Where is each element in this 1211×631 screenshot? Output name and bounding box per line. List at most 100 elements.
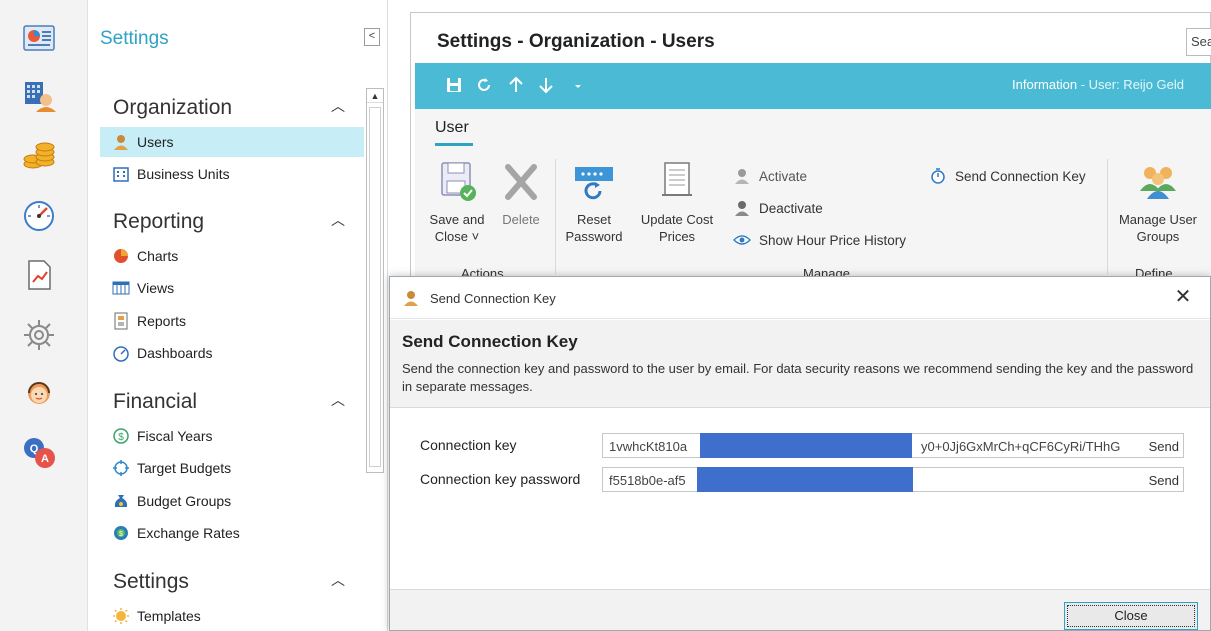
group-settings[interactable]: Settings <box>113 570 189 594</box>
dialog-header: Send Connection Key Send the connection … <box>390 320 1210 408</box>
svg-text:A: A <box>41 453 49 465</box>
user-icon <box>402 289 420 307</box>
connection-key-value-end: y0+0Jj6GxMrCh+qCF6CyRi/THhG <box>921 439 1121 454</box>
send-connection-key-button[interactable]: Send Connection Key <box>929 167 1086 185</box>
reset-password-button[interactable]: Reset Password <box>561 159 627 245</box>
manage-label-1: Manage User <box>1118 212 1198 227</box>
nav-item-label: Reports <box>137 313 187 329</box>
activate-button[interactable]: Activate <box>733 167 807 185</box>
qa-icon[interactable]: QA <box>22 436 56 470</box>
send-key-button[interactable]: Send <box>1145 439 1179 454</box>
chevron-up-icon[interactable]: ︿ <box>331 390 345 410</box>
show-history-label: Show Hour Price History <box>759 232 907 248</box>
nav-item-label: Exchange Rates <box>137 525 240 541</box>
ribbon-separator <box>1107 159 1108 274</box>
timesheet-user-icon[interactable] <box>22 80 56 114</box>
group-reporting[interactable]: Reporting <box>113 210 204 234</box>
gear-icon[interactable] <box>22 318 56 352</box>
user-group-icon <box>1140 167 1176 199</box>
delete-button[interactable]: Delete <box>495 159 547 228</box>
nav-item-label: Charts <box>137 248 179 264</box>
chevron-up-icon[interactable]: ︿ <box>331 210 345 230</box>
close-button[interactable]: Close <box>1064 602 1198 630</box>
report-chart-icon[interactable] <box>22 258 56 292</box>
support-agent-icon[interactable] <box>22 378 56 412</box>
show-hour-price-history-button[interactable]: Show Hour Price History <box>733 231 906 249</box>
group-organization[interactable]: Organization <box>113 96 232 120</box>
user-grey-icon <box>733 167 753 185</box>
redaction-block <box>700 433 912 458</box>
dialog-heading: Send Connection Key <box>402 332 578 351</box>
stopwatch-icon <box>929 167 949 185</box>
arrow-up-icon[interactable] <box>507 75 525 95</box>
nav-item-target-budgets[interactable]: Target Budgets <box>100 453 364 483</box>
send-password-button[interactable]: Send <box>1145 473 1179 488</box>
tab-user[interactable]: User <box>435 119 469 137</box>
user-dark-icon <box>733 199 753 217</box>
target-icon <box>112 459 130 477</box>
exchange-icon: $ <box>112 524 130 542</box>
page-title: Settings - Organization - Users <box>437 31 715 52</box>
group-financial[interactable]: Financial <box>113 390 197 414</box>
save-close-label-2: Close ˅ <box>434 229 480 244</box>
arrow-down-icon[interactable] <box>537 75 555 95</box>
dropdown-icon[interactable] <box>569 75 587 95</box>
nav-item-users[interactable]: Users <box>100 127 364 157</box>
nav-scrollbar[interactable]: ▲ <box>366 88 384 473</box>
nav-item-reports[interactable]: Reports <box>100 306 364 336</box>
sun-icon <box>112 607 130 625</box>
activate-label: Activate <box>759 168 808 184</box>
dashboard-icon[interactable] <box>22 22 56 56</box>
nav-item-label: Target Budgets <box>137 460 232 476</box>
building-icon <box>112 165 130 183</box>
nav-item-fiscal-years[interactable]: $ Fiscal Years <box>100 421 364 451</box>
dialog-description: Send the connection key and password to … <box>402 361 1194 394</box>
nav-item-dashboards[interactable]: Dashboards <box>100 338 364 368</box>
dialog-title: Send Connection Key <box>430 291 556 306</box>
nav-item-views[interactable]: Views <box>100 273 364 303</box>
collapse-panel-button[interactable]: < <box>364 28 380 46</box>
scroll-up-icon[interactable]: ▲ <box>367 89 383 103</box>
nav-item-charts[interactable]: Charts <box>100 241 364 271</box>
dollar-icon: $ <box>112 427 130 445</box>
nav-title: Settings <box>100 28 169 49</box>
chevron-up-icon[interactable]: ︿ <box>331 570 345 590</box>
save-icon[interactable] <box>445 75 463 95</box>
pie-chart-icon <box>112 247 130 265</box>
reset-password-icon <box>575 167 613 200</box>
nav-item-label: Business Units <box>137 166 230 182</box>
send-connection-key-dialog: Send Connection Key ✕ Send Connection Ke… <box>389 276 1211 631</box>
deactivate-button[interactable]: Deactivate <box>733 199 823 217</box>
info-prefix: Information <box>1012 77 1078 92</box>
eye-icon <box>733 231 753 249</box>
price-list-icon <box>662 162 692 196</box>
nav-item-label: Fiscal Years <box>137 428 213 444</box>
ribbon-separator <box>555 159 556 274</box>
save-and-close-button[interactable]: Save and Close ˅ <box>423 159 491 245</box>
nav-item-templates[interactable]: Templates <box>100 601 364 631</box>
manage-user-groups-button[interactable]: Manage User Groups <box>1112 159 1204 245</box>
nav-item-exchange-rates[interactable]: $ Exchange Rates <box>100 518 364 548</box>
scrollbar-thumb[interactable] <box>369 107 381 467</box>
nav-item-budget-groups[interactable]: Budget Groups <box>100 486 364 516</box>
manage-label-2: Groups <box>1136 229 1180 244</box>
chevron-up-icon[interactable]: ︿ <box>331 96 345 116</box>
coins-icon[interactable] <box>22 138 56 172</box>
connection-key-password-label: Connection key password <box>420 471 581 487</box>
svg-text:$: $ <box>118 432 124 443</box>
gauge-icon[interactable] <box>22 198 56 232</box>
user-info-label: Information - User: Reijo Geld <box>1012 77 1184 92</box>
dashboard-gauge-icon <box>112 344 130 362</box>
update-cost-prices-button[interactable]: Update Cost Prices <box>633 159 721 245</box>
nav-item-business-units[interactable]: Business Units <box>100 159 364 189</box>
app-icon-rail: QA <box>0 0 88 631</box>
delete-label: Delete <box>502 212 540 227</box>
user-icon <box>112 133 130 151</box>
save-close-label-1: Save and <box>429 212 485 227</box>
deactivate-label: Deactivate <box>759 200 823 216</box>
tab-underline <box>435 143 473 146</box>
refresh-icon[interactable] <box>475 75 493 95</box>
search-input[interactable]: Sea <box>1186 28 1211 56</box>
close-icon[interactable]: ✕ <box>1173 287 1193 308</box>
nav-item-label: Templates <box>137 608 201 624</box>
